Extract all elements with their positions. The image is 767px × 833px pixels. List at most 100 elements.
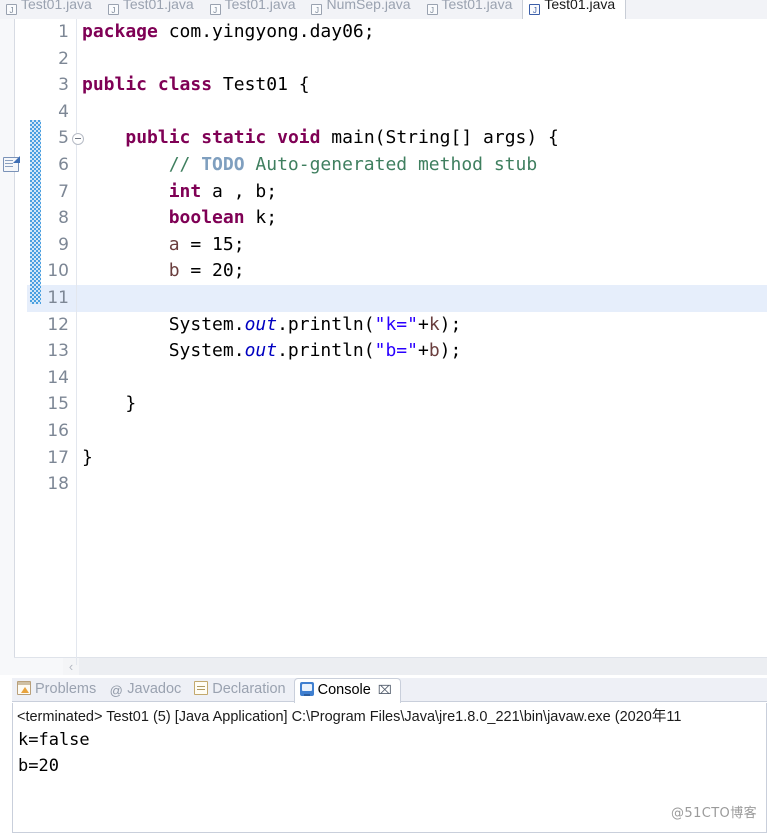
token-todo: TODO [201, 153, 245, 175]
view-tab-label: Problems [35, 681, 97, 697]
line-number-18[interactable]: 18 [27, 471, 73, 498]
token-plain: .println( [277, 313, 375, 335]
code-line-13[interactable]: System.out.println("b="+b); [77, 338, 767, 365]
token-plain: a , b; [201, 180, 278, 202]
editor-tab-label: Test01.java [544, 0, 616, 12]
view-tab-javadoc[interactable]: @ Javadoc [104, 678, 189, 702]
line-number-3[interactable]: 3 [27, 72, 73, 99]
gutter-separator [76, 19, 77, 665]
editor-tab-4[interactable]: J Test01.java [421, 0, 523, 19]
line-number-6[interactable]: 6 [3, 152, 73, 179]
line-number-7[interactable]: 7 [27, 179, 73, 206]
console-launch-label: <terminated> Test01 (5) [Java Applicatio… [17, 709, 682, 725]
token-plain: = 20; [179, 260, 245, 282]
code-line-8[interactable]: boolean k; [77, 205, 767, 232]
code-line-17[interactable]: } [77, 445, 767, 472]
code-line-1[interactable]: package com.yingyong.day06; [77, 19, 767, 46]
code-line-15[interactable]: } [77, 391, 767, 418]
code-line-2[interactable] [77, 46, 767, 73]
line-number-15[interactable]: 15 [27, 391, 73, 418]
java-file-icon: J [209, 4, 221, 15]
code-line-6[interactable]: // TODO Auto-generated method stub [77, 152, 767, 179]
token-lvar: a [168, 233, 180, 255]
editor-tab-0[interactable]: J Test01.java [0, 0, 102, 19]
editor-tab-3[interactable]: J NumSep.java [305, 0, 420, 19]
token-fld: out [244, 313, 278, 335]
token-kw: package [82, 21, 158, 42]
console-icon [299, 682, 314, 696]
editor-tab-5-active[interactable]: J Test01.java [522, 0, 627, 19]
code-line-16[interactable] [77, 418, 767, 445]
line-number-8[interactable]: 8 [27, 205, 73, 232]
code-line-3[interactable]: public class Test01 { [77, 72, 767, 99]
line-number-10[interactable]: 10 [27, 258, 73, 285]
token-kw: static [201, 127, 267, 149]
line-number-9[interactable]: 9 [27, 232, 73, 259]
line-number-17[interactable]: 17 [27, 445, 73, 472]
code-line-4[interactable] [77, 99, 767, 126]
view-tab-declaration[interactable]: Declaration [189, 678, 293, 702]
close-icon[interactable]: ⌧ [378, 679, 392, 702]
code-line-14[interactable] [77, 365, 767, 392]
editor-horizontal-scrollbar[interactable]: ‹ [14, 657, 767, 675]
line-number-12[interactable]: 12 [27, 312, 73, 339]
token-cmt: Auto-generated method stub [244, 153, 538, 175]
token-plain: Test01 { [212, 74, 310, 96]
token-str: "b=" [374, 340, 418, 362]
line-number-2[interactable]: 2 [27, 46, 73, 73]
line-number-14[interactable]: 14 [27, 365, 73, 392]
java-file-icon: J [529, 4, 541, 15]
code-line-10[interactable]: b = 20; [77, 258, 767, 285]
view-tab-label: Declaration [212, 681, 286, 697]
watermark: @51CTO博客 [671, 806, 757, 821]
fold-collapse-icon[interactable] [72, 132, 84, 145]
javadoc-icon: @ [109, 683, 123, 698]
todo-task-marker-icon[interactable] [3, 157, 19, 173]
line-number-13[interactable]: 13 [27, 338, 73, 365]
token-plain: .println( [277, 340, 375, 362]
view-tab-problems[interactable]: Problems [12, 678, 104, 702]
line-number-5[interactable]: 5 [27, 125, 84, 152]
token-plain: k; [244, 207, 278, 229]
line-number-16[interactable]: 16 [27, 418, 73, 445]
console-output[interactable]: k=false b=20 [12, 727, 767, 833]
token-plain: ); [439, 340, 462, 362]
code-line-18[interactable] [77, 471, 767, 498]
scrollbar-track[interactable] [79, 658, 767, 675]
code-line-5[interactable]: public static void main(String[] args) { [77, 125, 767, 152]
line-number-4[interactable]: 4 [27, 99, 73, 126]
token-kw: int [168, 180, 202, 202]
java-file-icon: J [426, 4, 438, 15]
line-number-11[interactable]: 11 [27, 285, 73, 312]
editor-tab-label: Test01.java [21, 0, 92, 12]
token-kw: void [277, 127, 321, 149]
editor-tab-1[interactable]: J Test01.java [102, 0, 204, 19]
code-line-9[interactable]: a = 15; [77, 232, 767, 259]
editor-tab-bar[interactable]: J Test01.java J Test01.java J Test01.java J Num… [0, 0, 767, 20]
console-launch-header: <terminated> Test01 (5) [Java Applicatio… [12, 703, 767, 727]
token-plain: ); [439, 313, 462, 335]
view-tab-bar[interactable]: Problems @ Javadoc Declaration Console ⌧ [12, 678, 767, 703]
line-number-1[interactable]: 1 [27, 19, 73, 46]
code-line-12[interactable]: System.out.println("k="+k); [77, 312, 767, 339]
token-cmt: // [168, 153, 202, 175]
java-file-icon: J [107, 4, 119, 15]
token-plain: + [417, 340, 429, 362]
problems-icon [17, 681, 31, 695]
editor-tab-2[interactable]: J Test01.java [204, 0, 306, 19]
code-line-7[interactable]: int a , b; [77, 179, 767, 206]
token-plain: } [82, 393, 137, 415]
java-editor[interactable]: 1 2 3 4 5 6 7 8 9 10 11 12 13 14 15 16 17 18 package com.… [0, 19, 767, 675]
code-content[interactable]: package com.yingyong.day06; public class… [77, 19, 767, 665]
token-plain: com.yingyong.day06; [157, 21, 375, 42]
token-lvar: b [168, 260, 180, 282]
token-plain: System. [168, 340, 245, 362]
view-tab-label: Console [317, 682, 371, 698]
view-tab-console[interactable]: Console ⌧ [293, 678, 401, 703]
line-number-gutter[interactable]: 1 2 3 4 5 6 7 8 9 10 11 12 13 14 15 16 17 18 [3, 19, 84, 665]
